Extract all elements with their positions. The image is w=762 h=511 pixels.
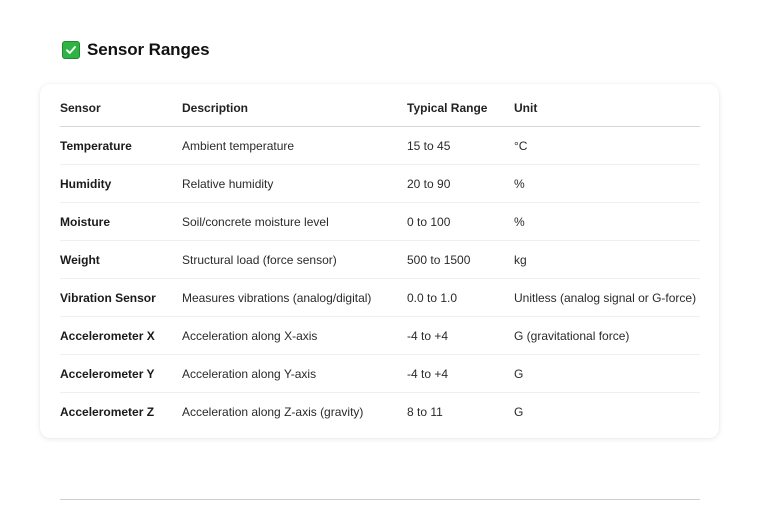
- section-title: Sensor Ranges: [87, 40, 210, 59]
- page: Sensor Ranges Sensor Description Typical…: [0, 0, 762, 511]
- section-divider: [60, 499, 700, 500]
- cell-sensor: Temperature: [60, 126, 182, 165]
- cell-unit: °C: [514, 126, 700, 165]
- cell-sensor: Accelerometer X: [60, 316, 182, 355]
- cell-range: 500 to 1500: [407, 240, 514, 279]
- cell-sensor: Weight: [60, 240, 182, 279]
- table-row: Weight Structural load (force sensor) 50…: [60, 240, 700, 279]
- cell-range: 20 to 90: [407, 164, 514, 203]
- sensor-ranges-table: Sensor Description Typical Range Unit Te…: [60, 89, 700, 430]
- cell-unit: G: [514, 404, 524, 419]
- cell-sensor: Accelerometer Y: [60, 354, 182, 393]
- cell-range: 15 to 45: [407, 126, 514, 165]
- table-row: Accelerometer Y Acceleration along Y-axi…: [60, 354, 700, 393]
- table-row: Temperature Ambient temperature 15 to 45…: [60, 126, 700, 165]
- cell-range: -4 to +4: [407, 354, 514, 393]
- cell-sensor: Moisture: [60, 202, 182, 241]
- table-row: Vibration Sensor Measures vibrations (an…: [60, 278, 700, 317]
- cell-unit: G: [514, 354, 700, 393]
- cell-description: Soil/concrete moisture level: [182, 202, 407, 241]
- cell-unit: kg: [514, 240, 700, 279]
- cell-description: Acceleration along Y-axis: [182, 354, 407, 393]
- table-row: Moisture Soil/concrete moisture level 0 …: [60, 202, 700, 241]
- column-header-unit: Unit: [514, 89, 700, 127]
- section-heading: Sensor Ranges: [62, 39, 210, 61]
- cell-range: 8 to 11: [407, 404, 443, 419]
- cell-unit: %: [514, 164, 700, 203]
- cell-description: Ambient temperature: [182, 126, 407, 165]
- check-box-icon: [62, 41, 80, 59]
- column-header-range: Typical Range: [407, 89, 514, 127]
- cell-sensor: Humidity: [60, 164, 182, 203]
- table-header-row: Sensor Description Typical Range Unit: [60, 89, 700, 127]
- cell-description: Acceleration along X-axis: [182, 316, 407, 355]
- cell-description: Measures vibrations (analog/digital): [182, 278, 407, 317]
- sensor-ranges-card: Sensor Description Typical Range Unit Te…: [40, 84, 719, 438]
- cell-unit: %: [514, 202, 700, 241]
- table-row: Humidity Relative humidity 20 to 90 %: [60, 164, 700, 203]
- column-header-description: Description: [182, 89, 407, 127]
- table-row: Accelerometer Z Acceleration along Z-axi…: [60, 393, 700, 431]
- cell-range: 0 to 100: [407, 202, 514, 241]
- cell-range: 0.0 to 1.0: [407, 278, 514, 317]
- cell-description: Relative humidity: [182, 164, 407, 203]
- cell-sensor: Vibration Sensor: [60, 278, 182, 317]
- cell-range: -4 to +4: [407, 316, 514, 355]
- cell-description: Acceleration along Z-axis (gravity): [182, 404, 364, 419]
- cell-description: Structural load (force sensor): [182, 240, 407, 279]
- cell-sensor: Accelerometer Z: [60, 404, 155, 419]
- cell-unit: Unitless (analog signal or G-force): [514, 278, 700, 317]
- cell-unit: G (gravitational force): [514, 316, 700, 355]
- table-row: Accelerometer X Acceleration along X-axi…: [60, 316, 700, 355]
- column-header-sensor: Sensor: [60, 89, 182, 127]
